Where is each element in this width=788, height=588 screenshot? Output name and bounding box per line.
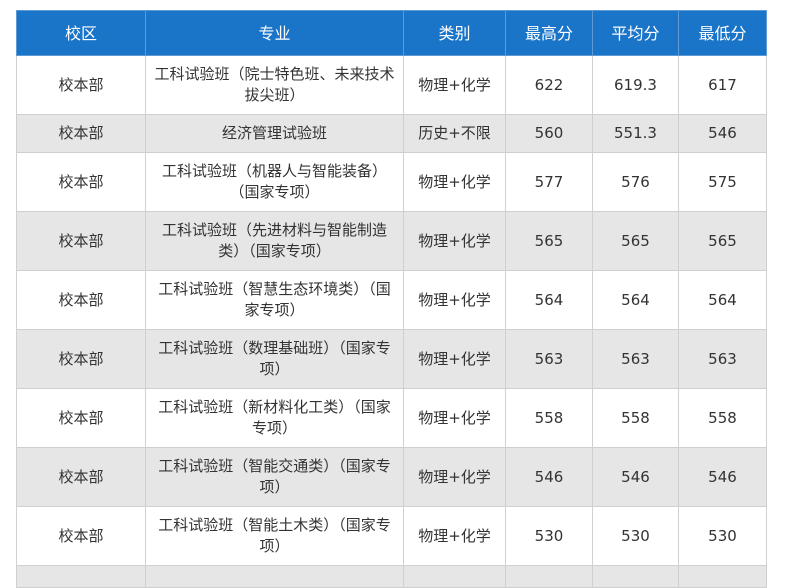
cell-max-score: 622 bbox=[505, 55, 593, 115]
cell-category: 物理+化学 bbox=[403, 388, 506, 448]
cell-avg-score: 565 bbox=[592, 211, 679, 271]
cell-min-score: 530 bbox=[678, 506, 767, 566]
cell-category: 物理+化学 bbox=[403, 270, 506, 330]
cell-major: 工科试验班（机器人与智能装备）（国家专项） bbox=[145, 152, 404, 212]
table-row: 校本部 工科试验班（智能交通类）（国家专项） 物理+化学 546 546 546 bbox=[16, 447, 767, 507]
header-campus: 校区 bbox=[16, 10, 146, 56]
cell-campus: 校本部 bbox=[16, 506, 146, 566]
cell-major: 工科试验班（智能土木类）（国家专项） bbox=[145, 506, 404, 566]
cell-min-score: 564 bbox=[678, 270, 767, 330]
cell-major: 工科试验班（数理基础班）（国家专项） bbox=[145, 329, 404, 389]
cell-avg-score: 551.3 bbox=[592, 114, 679, 153]
cell-avg-score: 558 bbox=[592, 388, 679, 448]
cell-min-score: 546 bbox=[678, 447, 767, 507]
table-row: 校本部 工科试验班（新材料化工类）（国家专项） 物理+化学 558 558 55… bbox=[16, 388, 767, 448]
cell-category: 物理+化学 bbox=[403, 329, 506, 389]
cell-max-score: 530 bbox=[505, 506, 593, 566]
cell-category: 物理+化学 bbox=[403, 506, 506, 566]
cell-avg-score: 563 bbox=[592, 329, 679, 389]
cell-max-score: 565 bbox=[505, 211, 593, 271]
cell-major: 工科试验班（智慧生态环境类）（国家专项） bbox=[145, 270, 404, 330]
table-header-row: 校区 专业 类别 最高分 平均分 最低分 bbox=[16, 10, 767, 56]
cell-campus: 校本部 bbox=[16, 55, 146, 115]
cell-min-score: 563 bbox=[678, 329, 767, 389]
cell-major: 工科试验班（新材料化工类）（国家专项） bbox=[145, 388, 404, 448]
cell-major: 工科试验班（院士特色班、未来技术拔尖班） bbox=[145, 55, 404, 115]
cell-avg-score: 530 bbox=[592, 506, 679, 566]
cell-avg-score: 564 bbox=[592, 270, 679, 330]
header-min-score: 最低分 bbox=[678, 10, 767, 56]
header-max-score: 最高分 bbox=[505, 10, 593, 56]
cell-avg-score: 546 bbox=[592, 447, 679, 507]
cell-campus: 校本部 bbox=[16, 152, 146, 212]
cell-category: 物理+化学 bbox=[403, 55, 506, 115]
cell-max-score: 546 bbox=[505, 447, 593, 507]
cell-max-score: 558 bbox=[505, 388, 593, 448]
cell-min-score: 617 bbox=[678, 55, 767, 115]
table-row: 校本部 工科试验班（数理基础班）（国家专项） 物理+化学 563 563 563 bbox=[16, 329, 767, 389]
cell-major: 工科试验班（先进材料与智能制造类）（国家专项） bbox=[145, 211, 404, 271]
cell-major: 工科试验班（智能交通类）（国家专项） bbox=[145, 447, 404, 507]
table-row: 校本部 工科试验班（院士特色班、未来技术拔尖班） 物理+化学 622 619.3… bbox=[16, 55, 767, 115]
cell-max-score: 577 bbox=[505, 152, 593, 212]
table-row: 校本部 工科试验班（先进材料与智能制造类）（国家专项） 物理+化学 565 56… bbox=[16, 211, 767, 271]
admission-scores-table: 校区 专业 类别 最高分 平均分 最低分 校本部 工科试验班（院士特色班、未来技… bbox=[16, 10, 767, 588]
cell-campus: 校本部 bbox=[16, 447, 146, 507]
cell-min-score: 558 bbox=[678, 388, 767, 448]
cell-campus: 校本部 bbox=[16, 114, 146, 153]
header-category: 类别 bbox=[403, 10, 506, 56]
table-row: 校本部 工科试验班（机器人与智能装备）（国家专项） 物理+化学 577 576 … bbox=[16, 152, 767, 212]
cell-max-score: 563 bbox=[505, 329, 593, 389]
cell-category: 物理+化学 bbox=[403, 152, 506, 212]
cell-campus: 校本部 bbox=[16, 329, 146, 389]
cell-category: 历史+不限 bbox=[403, 114, 506, 153]
cell-min-score: 546 bbox=[678, 114, 767, 153]
cell-major: 经济管理试验班 bbox=[145, 114, 404, 153]
header-avg-score: 平均分 bbox=[592, 10, 679, 56]
cell-min-score: 565 bbox=[678, 211, 767, 271]
header-major: 专业 bbox=[145, 10, 404, 56]
table-row: 校本部 经济管理试验班 历史+不限 560 551.3 546 bbox=[16, 114, 767, 153]
cell-campus: 校本部 bbox=[16, 388, 146, 448]
cell-campus: 校本部 bbox=[16, 270, 146, 330]
table-row: 校本部 工科试验班（智慧生态环境类）（国家专项） 物理+化学 564 564 5… bbox=[16, 270, 767, 330]
cell-max-score: 560 bbox=[505, 114, 593, 153]
cell-avg-score: 619.3 bbox=[592, 55, 679, 115]
cell-category: 物理+化学 bbox=[403, 447, 506, 507]
cell-category: 物理+化学 bbox=[403, 211, 506, 271]
cell-min-score: 575 bbox=[678, 152, 767, 212]
cell-campus: 校本部 bbox=[16, 211, 146, 271]
table-row: 校本部 工科试验班（智能土木类）（国家专项） 物理+化学 530 530 530 bbox=[16, 506, 767, 566]
cell-max-score: 564 bbox=[505, 270, 593, 330]
cell-avg-score: 576 bbox=[592, 152, 679, 212]
